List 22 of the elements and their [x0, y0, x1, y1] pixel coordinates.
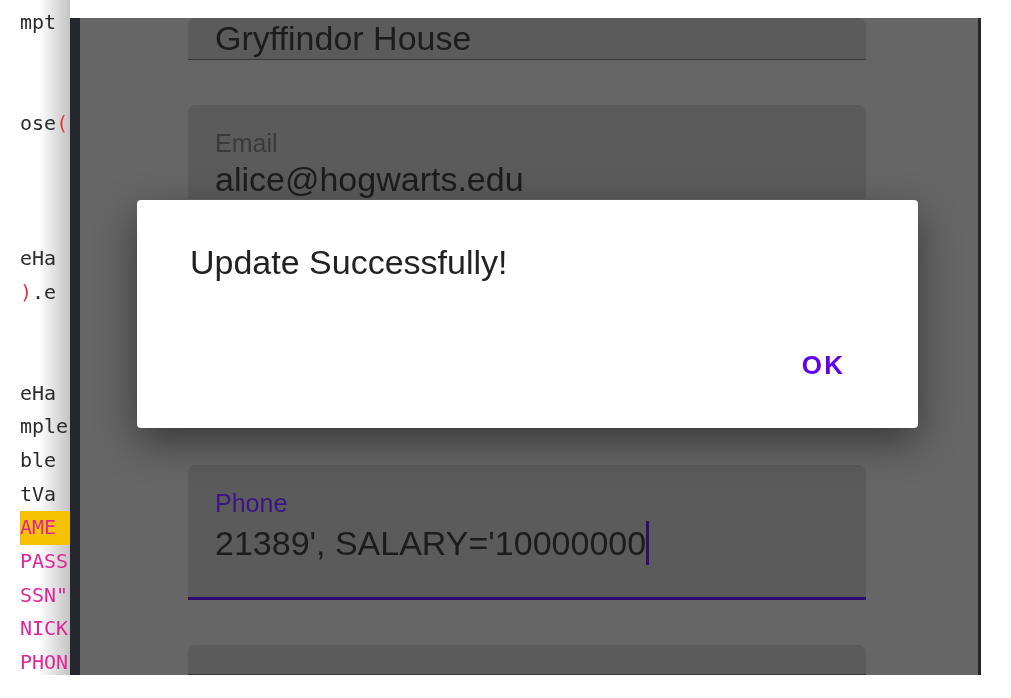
dialog-message: Update Successfully! — [190, 243, 508, 281]
code-line: mple — [20, 413, 70, 441]
code-line: eHa — [20, 379, 58, 407]
code-line: tVa — [20, 480, 58, 508]
code-line: ble — [20, 446, 58, 474]
code-line: mpt — [20, 9, 58, 36]
text-field[interactable] — [188, 645, 866, 675]
text-cursor — [646, 521, 650, 565]
ok-button[interactable]: OK — [785, 339, 861, 391]
code-line: PHON — [20, 649, 70, 677]
field-value: alice@hogwarts.edu — [215, 161, 524, 197]
text-field[interactable]: Gryffindor House — [188, 18, 866, 60]
code-line: SSN" — [20, 581, 70, 609]
code-line: ose( — [20, 110, 70, 138]
field-value: Gryffindor House — [215, 20, 472, 56]
code-line: PASS — [20, 548, 70, 575]
text-field[interactable]: Phone 21389', SALARY='10000000 — [188, 465, 866, 600]
code-line: ).e — [20, 278, 58, 306]
code-line: eHa — [20, 244, 58, 272]
field-value: 21389', SALARY='10000000 — [215, 525, 647, 561]
field-label: Phone — [215, 489, 288, 517]
code-line: NICK — [20, 615, 70, 643]
